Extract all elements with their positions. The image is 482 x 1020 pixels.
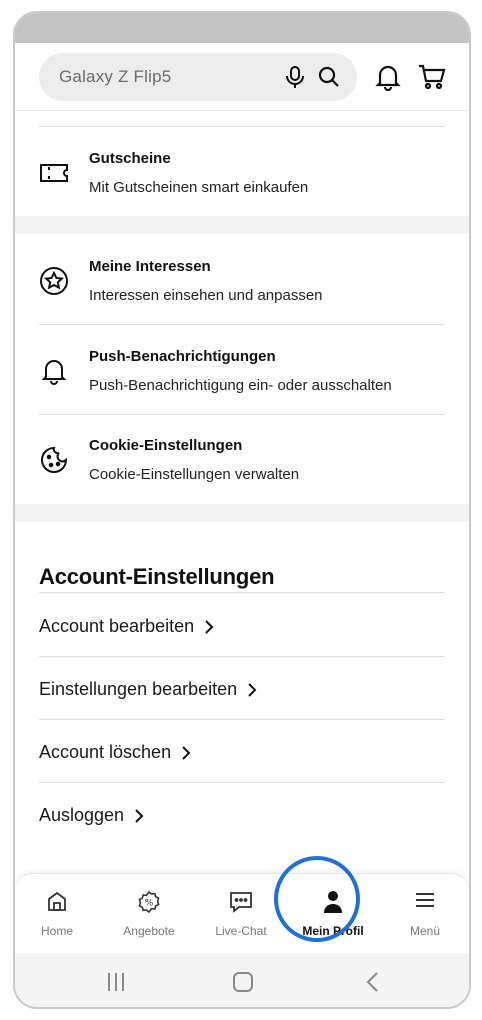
section-heading: Account-Einstellungen xyxy=(39,564,275,589)
star-circle-icon xyxy=(40,267,68,295)
search-icon[interactable] xyxy=(317,65,341,89)
section-gap xyxy=(15,216,469,234)
link-edit-account[interactable]: Account bearbeiten xyxy=(39,611,214,641)
list-item-push[interactable]: Push-Benachrichtigungen Push-Benachricht… xyxy=(15,326,469,414)
profile-content: Gutscheine Mit Gutscheinen smart einkauf… xyxy=(15,112,469,872)
cookie-icon xyxy=(41,446,68,473)
nav-menu[interactable]: Menü xyxy=(385,874,465,954)
item-subtitle: Interessen einsehen und anpassen xyxy=(89,287,323,304)
link-logout[interactable]: Ausloggen xyxy=(39,800,144,830)
item-title: Cookie-Einstellungen xyxy=(89,437,243,454)
home-button-icon[interactable] xyxy=(232,971,254,993)
nav-offers[interactable]: % Angebote xyxy=(109,874,189,954)
divider xyxy=(39,592,445,593)
divider xyxy=(39,324,445,325)
list-item-cookies[interactable]: Cookie-Einstellungen Cookie-Einstellunge… xyxy=(15,415,469,503)
back-icon[interactable] xyxy=(365,971,381,993)
chat-icon xyxy=(230,892,252,913)
search-bar[interactable]: Galaxy Z Flip5 xyxy=(39,53,357,101)
person-icon xyxy=(324,891,342,913)
home-icon xyxy=(48,891,66,911)
nav-label: Angebote xyxy=(123,924,175,938)
link-delete-account[interactable]: Account löschen xyxy=(39,737,191,767)
item-title: Push-Benachrichtigungen xyxy=(89,348,276,365)
link-label: Account löschen xyxy=(39,742,172,762)
system-navigation-bar xyxy=(15,953,469,1007)
mic-icon[interactable] xyxy=(284,65,306,89)
link-label: Account bearbeiten xyxy=(39,616,195,636)
nav-my-profile[interactable]: Mein Profil xyxy=(293,874,373,954)
link-edit-settings[interactable]: Einstellungen bearbeiten xyxy=(39,674,257,704)
nav-label: Home xyxy=(40,924,73,938)
nav-label: Menü xyxy=(409,924,441,938)
item-title: Meine Interessen xyxy=(89,258,211,275)
chevron-right-icon xyxy=(248,683,257,697)
search-input[interactable]: Galaxy Z Flip5 xyxy=(59,67,171,87)
divider xyxy=(39,782,445,783)
section-gap xyxy=(15,504,469,522)
recent-apps-icon[interactable] xyxy=(105,971,127,993)
divider xyxy=(39,656,445,657)
link-label: Ausloggen xyxy=(39,805,125,825)
chevron-right-icon xyxy=(182,746,191,760)
nav-home[interactable]: Home xyxy=(17,874,97,954)
item-subtitle: Push-Benachrichtigung ein- oder ausschal… xyxy=(89,377,392,394)
item-title: Gutscheine xyxy=(89,150,171,167)
nav-live-chat[interactable]: Live-Chat xyxy=(201,874,281,954)
item-subtitle: Mit Gutscheinen smart einkaufen xyxy=(89,179,309,196)
app-header: Galaxy Z Flip5 xyxy=(15,43,469,111)
list-item-vouchers[interactable]: Gutscheine Mit Gutscheinen smart einkauf… xyxy=(15,128,469,216)
bottom-navigation: Home % Angebote Live-Chat Mein Profil Me… xyxy=(15,873,469,953)
link-label: Einstellungen bearbeiten xyxy=(39,679,238,699)
svg-text:%: % xyxy=(145,899,154,909)
menu-icon xyxy=(416,893,434,907)
ticket-icon xyxy=(40,164,68,182)
divider xyxy=(39,719,445,720)
bell-icon[interactable] xyxy=(375,63,401,91)
item-subtitle: Cookie-Einstellungen verwalten xyxy=(89,466,300,483)
divider xyxy=(39,126,445,127)
nav-label: Live-Chat xyxy=(215,924,267,938)
bell-icon xyxy=(41,360,67,385)
status-bar xyxy=(15,13,469,43)
phone-frame: Galaxy Z Flip5 Gutscheine Mit Gutscheine… xyxy=(13,11,471,1009)
chevron-right-icon xyxy=(135,809,144,823)
cart-icon[interactable] xyxy=(417,63,447,91)
list-item-interests[interactable]: Meine Interessen Interessen einsehen und… xyxy=(15,236,469,324)
chevron-right-icon xyxy=(205,620,214,634)
offers-badge-icon: % xyxy=(138,890,160,914)
nav-label: Mein Profil xyxy=(302,924,364,938)
